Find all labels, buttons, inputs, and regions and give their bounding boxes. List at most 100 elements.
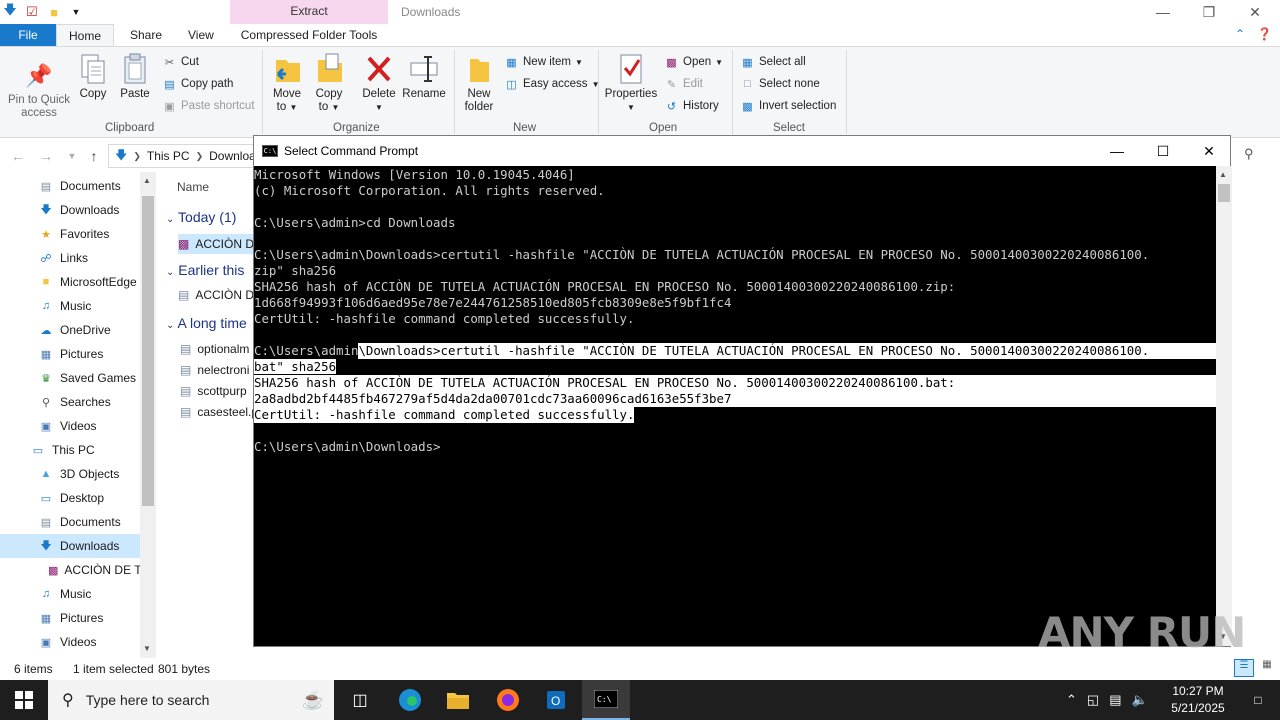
scroll-down-icon[interactable]: ▼: [143, 644, 151, 653]
command-prompt-taskbar-icon[interactable]: C:\: [582, 680, 630, 720]
rename-button[interactable]: Rename: [402, 52, 446, 101]
tab-view[interactable]: View: [176, 24, 226, 46]
sidebar-item-onedrive[interactable]: ☁ OneDrive: [0, 318, 140, 342]
cmd-scrollbar-thumb[interactable]: [1218, 184, 1230, 202]
outlook-icon[interactable]: O: [532, 680, 580, 720]
sidebar-item-saved-games[interactable]: ♛ Saved Games: [0, 366, 140, 390]
cmd-minimize-button[interactable]: —: [1094, 136, 1140, 166]
back-arrow-icon[interactable]: ←: [8, 146, 28, 166]
taskbar-clock[interactable]: 10:27 PM 5/21/2025: [1160, 683, 1236, 717]
sidebar-item-microsoftedge[interactable]: ■ MicrosoftEdge: [0, 270, 140, 294]
group-a-long-time[interactable]: ⌄ A long time: [166, 315, 247, 331]
cmd-scrollbar[interactable]: [1216, 166, 1232, 646]
file-explorer-icon[interactable]: [434, 680, 482, 720]
sidebar-item-pictures[interactable]: ▦ Pictures: [0, 342, 140, 366]
close-button[interactable]: ✕: [1232, 0, 1278, 24]
start-button[interactable]: [0, 680, 48, 720]
new-item-button[interactable]: ▦ New item ▼: [504, 52, 583, 72]
move-to-button[interactable]: Move to ▼: [270, 52, 304, 114]
file-row[interactable]: ▤ optionalm: [180, 342, 249, 356]
notifications-icon[interactable]: □: [1236, 680, 1280, 720]
breadcrumb-this-pc[interactable]: This PC: [147, 149, 190, 163]
task-view-icon[interactable]: ◫: [336, 680, 384, 720]
sidebar-item-documents[interactable]: ▤ Documents: [0, 174, 140, 198]
copy-to-button[interactable]: Copy to ▼: [312, 52, 346, 114]
collapse-ribbon-icon[interactable]: ⌃: [1235, 27, 1245, 41]
maximize-button[interactable]: ❐: [1186, 0, 1232, 24]
qat-dropdown-icon[interactable]: ▼: [68, 4, 84, 20]
select-none-button[interactable]: □ Select none: [740, 74, 820, 94]
pin-to-quick-access-button[interactable]: 📌 Pin to Quick access: [6, 58, 72, 120]
sidebar-item-music[interactable]: ♫ Music: [0, 582, 140, 606]
explorer-app-icon[interactable]: 🡇: [2, 2, 18, 20]
history-button[interactable]: ↺ History: [664, 96, 719, 116]
sidebar-item-videos[interactable]: ▣ Videos: [0, 414, 140, 438]
nav-scrollbar-thumb[interactable]: [142, 196, 154, 506]
tab-share[interactable]: Share: [118, 24, 174, 46]
tab-compressed-folder-tools[interactable]: Compressed Folder Tools: [230, 24, 388, 46]
firefox-icon[interactable]: [484, 680, 532, 720]
group-earlier-this[interactable]: ⌄ Earlier this: [166, 262, 244, 278]
file-row[interactable]: ▩ ACCIÒN D: [178, 234, 256, 254]
open-button[interactable]: ▩ Open ▼: [664, 52, 723, 72]
cut-button[interactable]: ✂ Cut: [162, 52, 199, 72]
breadcrumb-downloads[interactable]: Downloa: [209, 149, 256, 163]
cmd-scroll-up-icon[interactable]: ▲: [1219, 170, 1227, 179]
network-shield-icon[interactable]: ◱: [1087, 692, 1099, 708]
paste-button[interactable]: Paste: [118, 52, 152, 101]
search-box-icon[interactable]: ⚲: [1244, 146, 1268, 166]
file-row[interactable]: ▤ scottpurp: [180, 384, 247, 398]
large-icons-view-icon[interactable]: ▦: [1258, 659, 1276, 677]
properties-qat-icon[interactable]: ☑: [24, 4, 40, 20]
file-row[interactable]: ▤ casesteel.p: [180, 405, 256, 419]
sidebar-item-downloads[interactable]: 🡇 Downloads: [0, 198, 140, 222]
sidebar-item-pictures[interactable]: ▦ Pictures: [0, 606, 140, 630]
volume-icon[interactable]: 🔈: [1132, 692, 1148, 708]
new-folder-button[interactable]: New folder: [460, 52, 498, 114]
file-row[interactable]: ▤ ACCIÒN D: [178, 288, 254, 302]
edge-icon[interactable]: [386, 680, 434, 720]
sidebar-item-documents[interactable]: ▤ Documents: [0, 510, 140, 534]
recent-locations-icon[interactable]: ▼: [62, 146, 82, 166]
scroll-up-icon[interactable]: ▲: [143, 176, 151, 185]
sidebar-item-links[interactable]: ☍ Links: [0, 246, 140, 270]
sidebar-item-videos[interactable]: ▣ Videos: [0, 630, 140, 654]
details-view-icon[interactable]: ☰: [1234, 659, 1254, 677]
sidebar-item-3d-objects[interactable]: ▲ 3D Objects: [0, 462, 140, 486]
sidebar-item-desktop[interactable]: ▭ Desktop: [0, 486, 140, 510]
copy-button[interactable]: Copy: [76, 52, 110, 101]
edit-button[interactable]: ✎ Edit: [664, 74, 703, 94]
minimize-button[interactable]: —: [1140, 0, 1186, 24]
sidebar-item-music[interactable]: ♫ Music: [0, 294, 140, 318]
paste-shortcut-button[interactable]: ▣ Paste shortcut: [162, 96, 254, 116]
invert-selection-button[interactable]: ▩ Invert selection: [740, 96, 836, 116]
taskbar-search-box[interactable]: ⚲ Type here to search ☕: [48, 680, 334, 720]
sidebar-item-acci-n-de-t[interactable]: ▩ ACCIÒN DE T: [0, 558, 140, 582]
file-row[interactable]: ▤ nelectroni: [180, 363, 249, 377]
network-icon[interactable]: ▤: [1109, 692, 1121, 708]
help-icon[interactable]: ❓: [1257, 27, 1272, 41]
cmd-maximize-button[interactable]: ☐: [1140, 136, 1186, 166]
select-all-button[interactable]: ▦ Select all: [740, 52, 805, 72]
forward-arrow-icon[interactable]: →: [36, 146, 56, 166]
cmd-close-button[interactable]: ✕: [1186, 136, 1232, 166]
column-header-name[interactable]: Name: [177, 180, 209, 194]
sidebar-item-favorites[interactable]: ★ Favorites: [0, 222, 140, 246]
group-today[interactable]: ⌄ Today (1): [166, 209, 236, 225]
easy-access-button[interactable]: ◫ Easy access ▼: [504, 74, 599, 94]
delete-button[interactable]: Delete ▼: [360, 52, 398, 114]
cmd-title-bar[interactable]: C:\ Select Command Prompt: [254, 136, 1230, 166]
console-output[interactable]: Microsoft Windows [Version 10.0.19045.40…: [254, 166, 1216, 646]
show-hidden-icons-icon[interactable]: ⌃: [1066, 692, 1077, 708]
address-field[interactable]: 🡇 ❯ This PC ❯ Downloa: [108, 144, 258, 168]
tab-file[interactable]: File: [0, 24, 56, 46]
sidebar-item-searches[interactable]: ⚲ Searches: [0, 390, 140, 414]
sidebar-item-downloads[interactable]: 🡇 Downloads: [0, 534, 140, 558]
sidebar-item-this-pc[interactable]: ▭ This PC: [0, 438, 140, 462]
new-folder-qat-icon[interactable]: ■: [46, 4, 62, 20]
up-arrow-icon[interactable]: ↑: [84, 146, 104, 166]
tab-home[interactable]: Home: [56, 24, 115, 46]
properties-button[interactable]: Properties ▼: [604, 52, 658, 114]
copy-path-button[interactable]: ▤ Copy path: [162, 74, 233, 94]
extract-contextual-tab[interactable]: Extract: [230, 0, 388, 24]
